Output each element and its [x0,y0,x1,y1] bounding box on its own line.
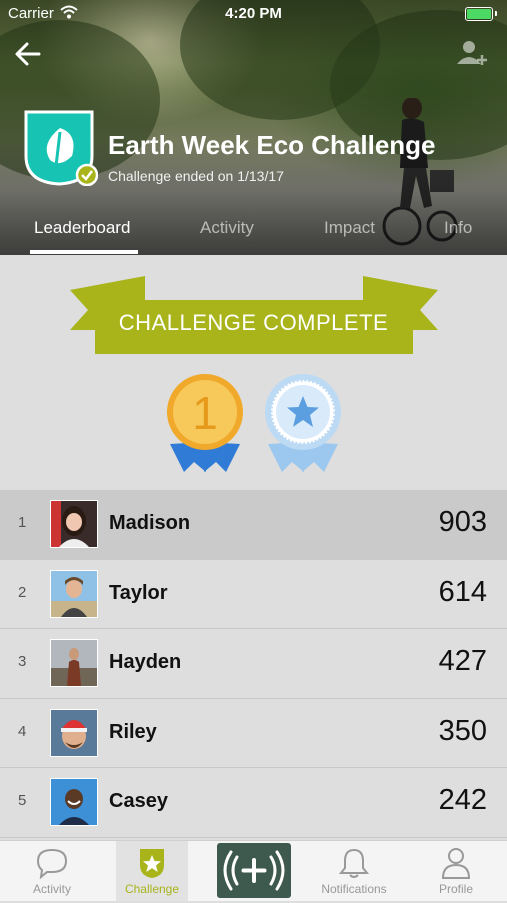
tab-impact[interactable]: Impact [324,218,375,238]
nav-activity-label: Activity [32,882,71,896]
active-tab-indicator [30,250,138,254]
challenge-complete-label: CHALLENGE COMPLETE [118,310,389,335]
tab-bar: Leaderboard Activity Impact Info [0,210,507,255]
nav-challenge[interactable]: Challenge [116,841,188,901]
participant-score: 350 [438,714,487,747]
leaderboard-list: 1 Madison 903 2 Taylor 614 3 Hayden 427 … [0,490,507,838]
battery-icon [465,7,497,21]
nav-profile[interactable]: Profile [412,841,500,901]
participant-name: Hayden [109,651,182,673]
nav-notifications[interactable]: Notifications [310,841,398,901]
star-badge-icon [140,849,164,878]
participant-score: 242 [438,784,487,816]
participant-name: Taylor [109,581,168,604]
bell-icon [338,848,370,878]
gold-medal-1-icon: 1 [167,374,243,472]
blue-star-medal-icon [265,374,341,472]
chat-bubble-icon [36,848,68,879]
leaderboard-row[interactable]: 5 Casey 242 [0,768,507,838]
add-user-icon[interactable] [455,38,489,68]
status-bar: Carrier 4:20 PM [0,0,507,28]
participant-score: 903 [438,506,487,538]
leaderboard-row[interactable]: 3 Hayden 427 [0,629,507,699]
rank: 5 [18,792,27,809]
person-icon [441,848,471,879]
leaderboard-row[interactable]: 1 Madison 903 [0,490,507,560]
participant-score: 614 [438,575,487,608]
participant-score: 427 [438,645,487,677]
leaderboard-row[interactable]: 2 Taylor 614 [0,559,507,629]
leaderboard-row[interactable]: 4 Riley 350 [0,698,507,768]
participant-name: Casey [109,790,168,812]
medal-rank-number: 1 [192,387,218,439]
avatar [50,500,98,548]
plus-broadcast-icon [223,850,285,891]
challenge-badge-icon [24,110,98,186]
nav-profile-label: Profile [438,882,473,896]
rank: 2 [18,583,27,601]
rank: 4 [18,722,27,740]
rank: 1 [18,514,27,531]
avatar [50,778,98,826]
nav-challenge-label: Challenge [124,882,180,896]
participant-name: Riley [109,720,157,743]
participant-name: Madison [109,512,191,534]
tab-activity[interactable]: Activity [200,218,254,238]
log-activity-button[interactable] [217,843,291,898]
back-arrow-icon[interactable] [12,38,44,70]
nav-notifications-label: Notifications [321,882,387,896]
clock: 4:20 PM [225,5,282,22]
challenge-header: Carrier 4:20 PM Earth Week Eco Challenge… [0,0,507,255]
nav-activity[interactable]: Activity [8,841,96,901]
avatar [50,569,98,618]
tab-info[interactable]: Info [444,218,472,238]
avatar [50,708,98,757]
avatar [50,639,98,687]
tab-leaderboard[interactable]: Leaderboard [34,218,130,238]
rank: 3 [18,653,27,670]
challenge-end-date: Challenge ended on 1/13/17 [108,168,284,184]
challenge-title: Earth Week Eco Challenge [108,130,436,160]
